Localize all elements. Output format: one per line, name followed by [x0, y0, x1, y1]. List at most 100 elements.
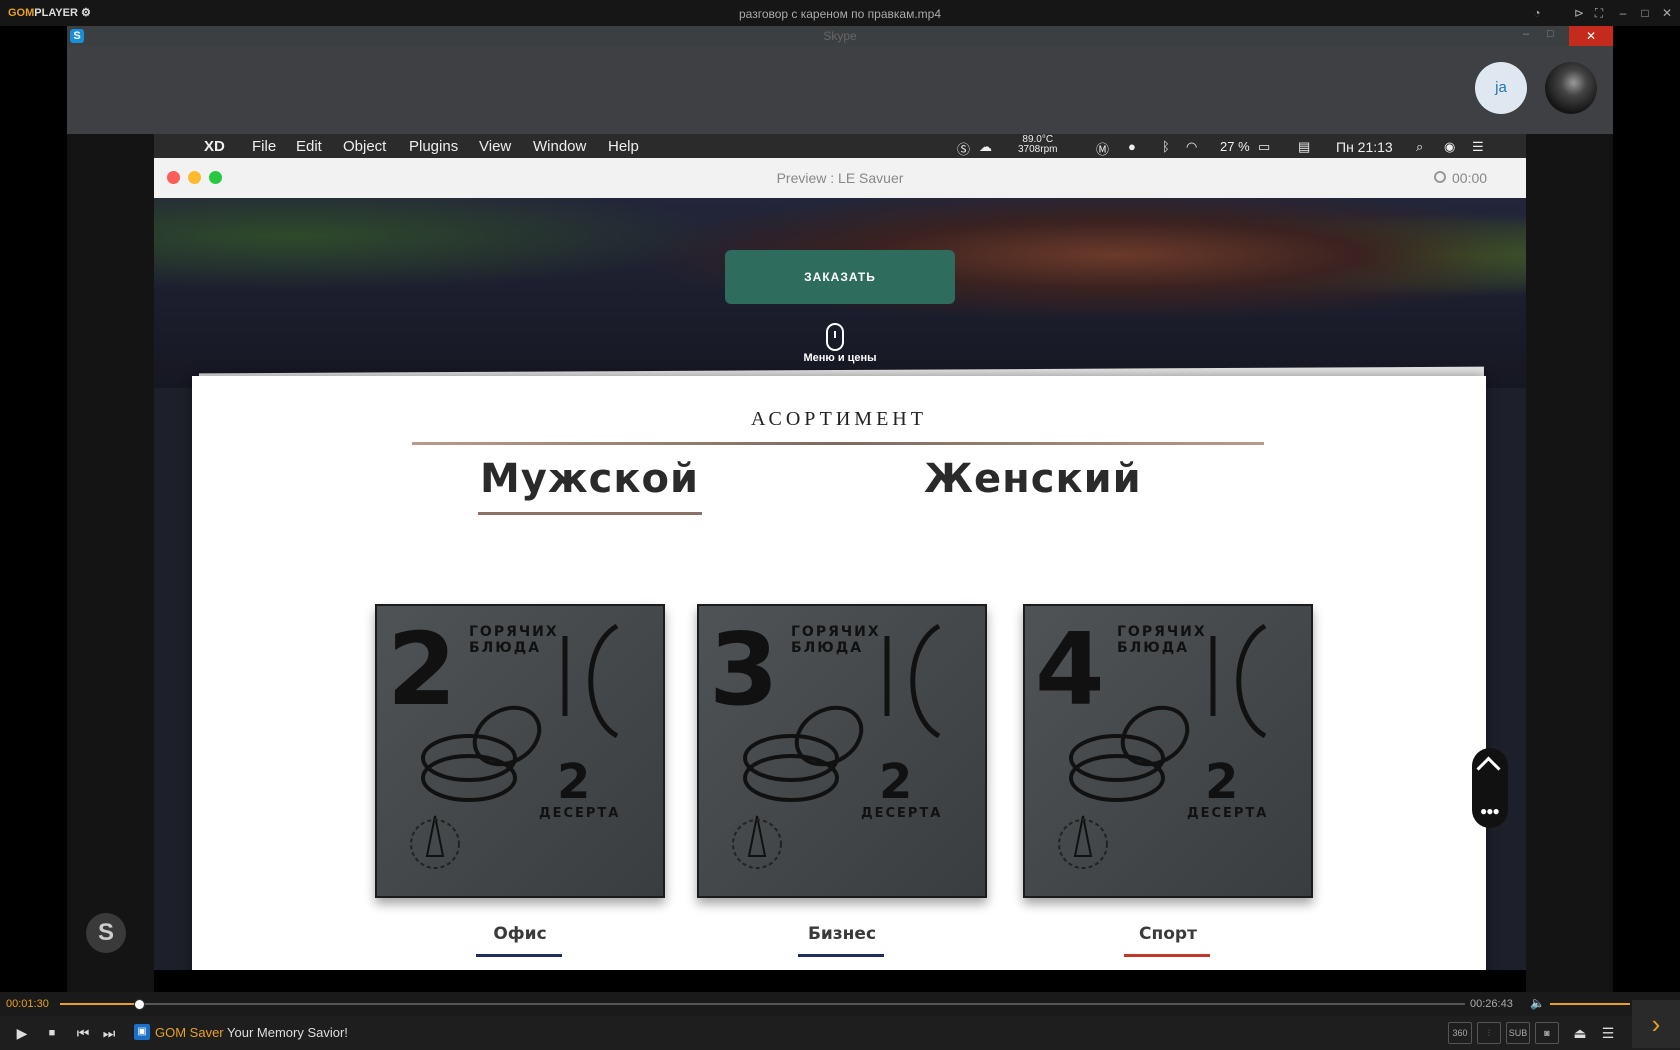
skype-window-title: Skype	[823, 29, 857, 43]
player-titlebar: GOMPLAYER ⚙ разговор с кареном по правка…	[0, 0, 1680, 26]
360-view-icon[interactable]: 360	[1448, 1022, 1472, 1044]
order-button[interactable]: ЗАКАЗАТЬ	[725, 250, 955, 304]
chevron-up-icon	[1476, 756, 1501, 781]
player-controls: ▶ ■ ⏮ ⏭ ▣ GOM Saver Your Memory Savior! …	[0, 1016, 1680, 1050]
skype-minimize-button[interactable]: –	[1523, 28, 1529, 40]
menu-help[interactable]: Help	[608, 138, 639, 155]
previous-button[interactable]: ⏮	[73, 1023, 93, 1043]
skype-tray-icon[interactable]: Ⓢ	[957, 139, 970, 158]
screen-share-letterbox-right	[1526, 134, 1613, 992]
section-title: АСОРТИМЕНТ	[751, 408, 927, 430]
playlist-panel-toggle[interactable]: ›	[1632, 1000, 1680, 1048]
product-card-office[interactable]: 2 ГОРЯЧИХ БЛЮДА 2 ДЕСЕРТА	[375, 604, 665, 898]
mouse-cursor	[1204, 526, 1211, 538]
battery-percent[interactable]: 27 %	[1220, 139, 1250, 154]
menu-prices-link[interactable]: Меню и цены	[740, 352, 940, 364]
total-time: 00:26:43	[1470, 998, 1513, 1010]
close-button[interactable]: ✕	[1658, 4, 1676, 22]
card-dessert-label: ДЕСЕРТА	[539, 806, 621, 821]
scroll-to-top-button[interactable]: ●●●	[1472, 748, 1508, 828]
card-underline	[798, 954, 884, 957]
card-hot-line1: ГОРЯЧИХ	[1117, 624, 1207, 640]
avatar-self[interactable]: ja	[1475, 62, 1527, 114]
menu-plugins[interactable]: Plugins	[409, 138, 458, 155]
mac-menubar: XD File Edit Object Plugins View Window …	[154, 134, 1526, 158]
cloud-tray-icon[interactable]: ☁	[979, 139, 992, 155]
card-dessert-count: 2	[879, 754, 913, 810]
mail-tray-icon[interactable]: Ⓜ	[1096, 139, 1109, 158]
menu-file[interactable]: File	[252, 138, 276, 155]
card-hot-line2: БЛЮДА	[469, 640, 542, 656]
skype-call-header	[67, 46, 1613, 134]
scroll-mouse-icon	[826, 323, 844, 351]
clock[interactable]: Пн 21:13	[1336, 139, 1393, 155]
notification-center-icon[interactable]: ☰	[1472, 139, 1484, 155]
volume-slider[interactable]	[1550, 1003, 1630, 1005]
card-label-office[interactable]: Офис	[430, 924, 610, 944]
menu-view[interactable]: View	[479, 138, 511, 155]
ad-brand: GOM Saver	[155, 1025, 224, 1040]
product-card-sport[interactable]: 4 ГОРЯЧИХ БЛЮДА 2 ДЕСЕРТА	[1023, 604, 1313, 898]
subtitle-button[interactable]: SUB	[1506, 1022, 1530, 1044]
more-dots-icon: ●●●	[1480, 804, 1500, 818]
card-hot-line1: ГОРЯЧИХ	[791, 624, 881, 640]
camera-icon[interactable]: ◙	[1535, 1022, 1559, 1044]
speaker-icon[interactable]: 🔈	[1530, 996, 1545, 1010]
avatar-contact[interactable]	[1545, 62, 1597, 114]
next-button[interactable]: ⏭	[99, 1023, 119, 1043]
preview-titlebar: Preview : LE Savuer 00:00	[154, 158, 1526, 199]
seek-handle[interactable]	[133, 999, 145, 1010]
minimize-button[interactable]: –	[1614, 4, 1632, 22]
flag-us-icon[interactable]: ▤	[1298, 139, 1310, 155]
tab-men[interactable]: Мужской	[480, 456, 699, 502]
skype-titlebar: S Skype – □ ✕	[67, 26, 1613, 46]
menu-object[interactable]: Object	[343, 138, 386, 155]
card-hot-count: 4	[1035, 611, 1105, 728]
wifi-icon[interactable]: ◠	[1186, 139, 1197, 155]
record-icon[interactable]	[1434, 171, 1446, 183]
card-dessert-label: ДЕСЕРТА	[1187, 806, 1269, 821]
notification-tray-icon[interactable]: ●	[1128, 139, 1136, 154]
skype-maximize-button[interactable]: □	[1547, 28, 1554, 40]
card-dessert-label: ДЕСЕРТА	[861, 806, 943, 821]
fullscreen-icon[interactable]: ⛶	[1590, 4, 1608, 22]
stop-button[interactable]: ■	[42, 1023, 62, 1043]
card-hot-line2: БЛЮДА	[791, 640, 864, 656]
skype-float-icon[interactable]: S	[86, 913, 126, 953]
equalizer-icon[interactable]: ⫶	[1477, 1022, 1501, 1044]
seek-track[interactable]	[60, 1003, 1465, 1005]
battery-icon: ▭	[1258, 139, 1271, 154]
menu-edit[interactable]: Edit	[296, 138, 322, 155]
volume-mini-icon[interactable]: ◔	[1528, 4, 1546, 22]
product-card-business[interactable]: 3 ГОРЯЧИХ БЛЮДА 2 ДЕСЕРТА	[697, 604, 987, 898]
tab-men-underline	[478, 512, 702, 515]
card-hot-label: ГОРЯЧИХ БЛЮДА	[791, 624, 881, 656]
eject-icon[interactable]: ⏏	[1570, 1023, 1590, 1043]
ad-slogan: Your Memory Savior!	[223, 1025, 348, 1040]
screen-share-letterbox-left	[67, 134, 154, 992]
seek-progress	[60, 1003, 139, 1005]
maximize-button[interactable]: □	[1636, 4, 1654, 22]
website-preview: ЗАКАЗАТЬ Меню и цены АСОРТИМЕНТ Мужской …	[154, 198, 1526, 970]
card-label-business[interactable]: Бизнес	[752, 924, 932, 944]
card-hot-line2: БЛЮДА	[1117, 640, 1190, 656]
play-button[interactable]: ▶	[12, 1023, 32, 1043]
bluetooth-icon[interactable]: ᛒ	[1162, 139, 1170, 154]
card-hot-line1: ГОРЯЧИХ	[469, 624, 559, 640]
assortment-panel: АСОРТИМЕНТ Мужской Женский 2 ГОРЯЧИХ БЛЮД…	[192, 376, 1486, 970]
card-hot-count: 2	[387, 611, 457, 728]
skype-close-button[interactable]: ✕	[1569, 26, 1613, 46]
spotlight-search-icon[interactable]: ⌕	[1416, 139, 1423, 155]
siri-icon[interactable]: ◉	[1444, 139, 1455, 155]
player-seekbar: 00:01:30 00:26:43 🔈	[0, 992, 1680, 1016]
pin-icon[interactable]: ⊳	[1570, 4, 1588, 22]
tab-women[interactable]: Женский	[924, 456, 1142, 502]
gom-saver-ad[interactable]: GOM Saver Your Memory Savior!	[155, 1025, 348, 1040]
card-label-sport[interactable]: Спорт	[1078, 924, 1258, 944]
gom-saver-icon[interactable]: ▣	[134, 1024, 150, 1040]
current-time: 00:01:30	[6, 998, 49, 1010]
menu-xd[interactable]: XD	[204, 138, 225, 155]
section-divider	[412, 442, 1264, 445]
menu-window[interactable]: Window	[533, 138, 586, 155]
menu-icon[interactable]: ☰	[1598, 1023, 1618, 1043]
